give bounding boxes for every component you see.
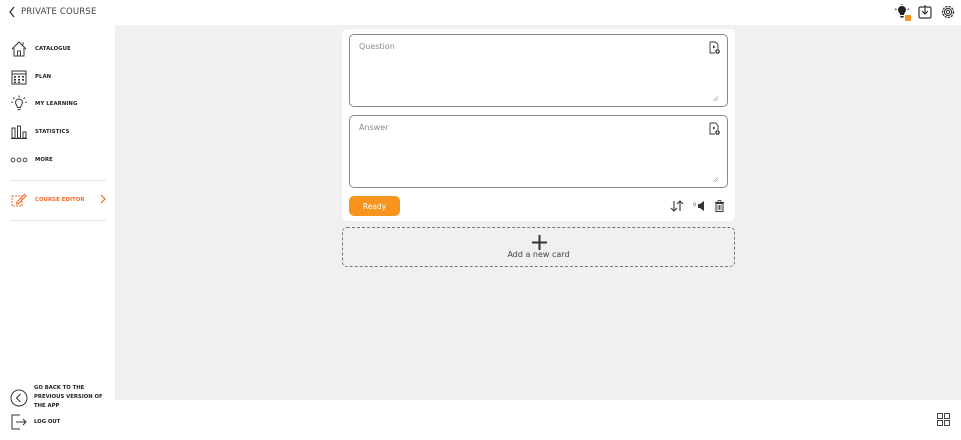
gear-icon[interactable] [940,4,956,20]
logout-icon [11,414,27,430]
add-new-card-button[interactable]: Add a new card [342,227,735,267]
more-icon [10,151,28,169]
sidebar-item-statistics[interactable]: STATISTICS [10,123,70,141]
question-placeholder: Question [359,42,395,51]
bottom-strip [115,400,961,440]
sidebar-item-label: COURSE EDITOR [35,197,85,203]
sidebar-item-label: CATALOGUE [35,46,71,52]
sidebar-item-plan[interactable]: PLAN [10,68,51,86]
swap-arrows-icon [670,199,684,212]
swap-sides-button[interactable] [670,199,684,212]
plus-icon [532,235,547,250]
logout-link[interactable]: LOG OUT [10,413,104,431]
ready-button[interactable]: Ready [349,196,400,216]
calendar-icon [10,68,28,86]
sidebar-item-more[interactable]: MORE [10,151,53,169]
download-icon[interactable] [917,4,933,20]
previous-version-link[interactable]: GO BACK TO THE PREVIOUS VERSION OF THE A… [10,384,104,411]
home-icon [10,40,28,58]
sidebar-item-label: PLAN [35,74,52,80]
notification-badge [905,15,911,21]
answer-placeholder: Answer [359,123,389,132]
sidebar-item-label: MORE [35,157,53,163]
chevron-left-icon [9,6,15,18]
resize-handle-icon[interactable] [713,177,718,182]
bar-chart-icon [10,123,28,141]
sidebar-item-my-learning[interactable]: MY LEARNING [10,95,77,113]
sidebar-item-course-editor[interactable]: COURSE EDITOR [10,191,85,209]
resize-handle-icon[interactable] [713,96,718,101]
answer-field[interactable]: Answer [349,115,728,188]
edit-icon [10,191,28,209]
top-icons [894,4,956,21]
back-circle-icon [10,389,28,406]
sidebar-divider [10,220,106,221]
add-new-card-label: Add a new card [507,250,570,259]
sidebar-item-label: MY LEARNING [35,101,78,107]
add-media-icon[interactable] [709,41,720,54]
delete-button[interactable] [714,199,725,212]
add-media-icon[interactable] [709,122,720,135]
sidebar-divider [10,180,106,181]
chevron-right-icon [100,194,106,204]
top-bar: PRIVATE COURSE [0,0,961,25]
flashcard-editor: Question Answer Ready 0 [342,29,735,221]
audio-count: 0 [693,203,696,208]
back-label: PRIVATE COURSE [21,7,97,17]
trash-icon [715,199,724,212]
grid-view-icon[interactable] [937,413,950,426]
card-tools: 0 [670,199,725,212]
speaker-icon [698,200,704,211]
back-button[interactable]: PRIVATE COURSE [8,6,97,18]
lightbulb-icon[interactable] [894,4,911,21]
previous-version-label: GO BACK TO THE PREVIOUS VERSION OF THE A… [34,385,103,409]
sidebar [0,25,115,440]
lightbulb-icon [10,95,28,113]
question-field[interactable]: Question [349,34,728,107]
sidebar-item-catalogue[interactable]: CATALOGUE [10,40,71,58]
audio-button[interactable]: 0 [693,199,705,212]
sidebar-item-label: STATISTICS [35,129,70,135]
logout-label: LOG OUT [34,418,61,425]
